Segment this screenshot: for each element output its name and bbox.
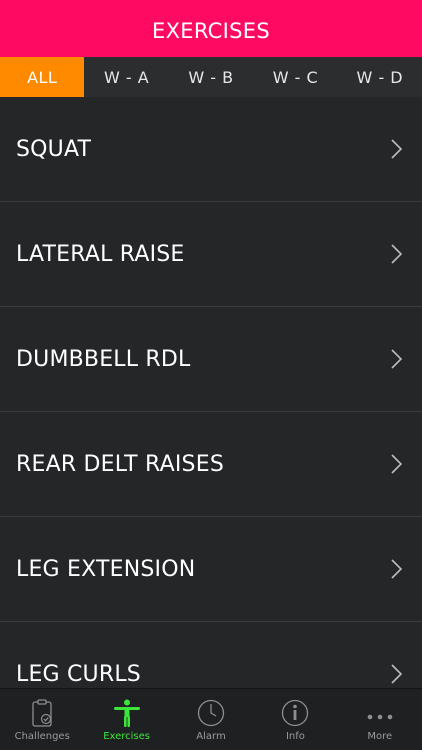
chevron-right-icon bbox=[391, 559, 402, 579]
tabbar-item-exercises[interactable]: Exercises bbox=[84, 689, 168, 750]
tab-w-a[interactable]: W - A bbox=[84, 57, 168, 97]
list-item-label: SQUAT bbox=[16, 136, 92, 162]
chevron-right-icon bbox=[391, 139, 402, 159]
tabbar-item-more[interactable]: More bbox=[338, 689, 422, 750]
list-item-squat[interactable]: SQUAT bbox=[0, 97, 422, 202]
tabbar-label: Info bbox=[285, 731, 305, 742]
tab-w-b[interactable]: W - B bbox=[169, 57, 253, 97]
list-item-lateral-raise[interactable]: LATERAL RAISE bbox=[0, 202, 422, 307]
tabbar-label: Exercises bbox=[103, 731, 151, 742]
page-title: EXERCISES bbox=[152, 18, 270, 43]
clock-icon bbox=[197, 699, 225, 727]
tab-w-d[interactable]: W - D bbox=[338, 57, 422, 97]
tabbar-label: Alarm bbox=[196, 731, 226, 742]
list-item-label: LEG CURLS bbox=[16, 661, 141, 687]
chevron-right-icon bbox=[391, 349, 402, 369]
tabbar-label: More bbox=[367, 731, 393, 742]
chevron-right-icon bbox=[391, 244, 402, 264]
info-icon bbox=[282, 699, 309, 727]
tab-w-c[interactable]: W - C bbox=[253, 57, 337, 97]
bottom-tab-bar: Challenges Exercises Alarm Info More bbox=[0, 688, 422, 750]
list-item-dumbbell-rdl[interactable]: DUMBBELL RDL bbox=[0, 307, 422, 412]
more-dots-icon bbox=[367, 714, 393, 720]
tabbar-label: Challenges bbox=[14, 731, 70, 742]
filter-tabs: ALL W - A W - B W - C W - D bbox=[0, 57, 422, 97]
tabbar-item-info[interactable]: Info bbox=[253, 689, 337, 750]
app-screen: EXERCISES ALL W - A W - B W - C W - D SQ… bbox=[0, 0, 422, 750]
chevron-right-icon bbox=[391, 664, 402, 684]
tab-all[interactable]: ALL bbox=[0, 57, 85, 97]
list-item-label: LEG EXTENSION bbox=[16, 556, 196, 582]
person-icon bbox=[113, 699, 140, 727]
exercise-list: SQUAT LATERAL RAISE DUMBBELL RDL REAR DE… bbox=[0, 97, 422, 727]
list-item-rear-delt-raises[interactable]: REAR DELT RAISES bbox=[0, 412, 422, 517]
clipboard-icon bbox=[32, 699, 52, 727]
list-item-leg-extension[interactable]: LEG EXTENSION bbox=[0, 517, 422, 622]
list-item-label: LATERAL RAISE bbox=[16, 241, 185, 267]
chevron-right-icon bbox=[391, 454, 402, 474]
tabbar-item-alarm[interactable]: Alarm bbox=[169, 689, 253, 750]
header-bar: EXERCISES bbox=[0, 0, 422, 57]
list-item-label: REAR DELT RAISES bbox=[16, 451, 224, 477]
list-item-label: DUMBBELL RDL bbox=[16, 346, 191, 372]
tabbar-item-challenges[interactable]: Challenges bbox=[0, 689, 84, 750]
